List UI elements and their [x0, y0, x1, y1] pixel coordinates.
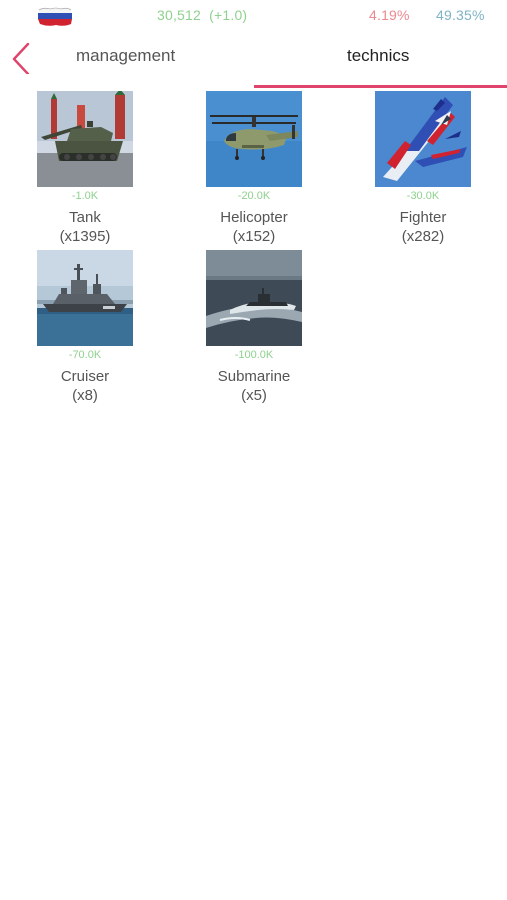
helicopter-image: [206, 91, 302, 187]
percent-stat-b: 49.35%: [436, 7, 485, 23]
item-name: Helicopter: [220, 209, 288, 226]
tab-bar: management technics: [0, 34, 507, 88]
list-item-submarine[interactable]: -100.0K Submarine (x5): [184, 250, 324, 405]
tab-technics[interactable]: technics: [347, 46, 409, 66]
money-value: 30,512: [157, 7, 202, 23]
item-count: (x5): [241, 387, 267, 404]
list-item-tank[interactable]: -1.0K Tank (x1395): [15, 91, 155, 246]
percent-stat-a: 4.19%: [369, 7, 410, 23]
item-name: Submarine: [217, 368, 291, 385]
item-name: Tank: [69, 209, 101, 226]
item-name: Fighter: [399, 209, 447, 226]
item-cost: -70.0K: [68, 349, 102, 361]
tank-image: [37, 91, 133, 187]
money-delta: (+1.0): [209, 7, 248, 23]
list-item-fighter[interactable]: -30.0K Fighter (x282): [353, 91, 493, 246]
list-item-cruiser[interactable]: -70.0K Cruiser (x8): [15, 250, 155, 405]
russia-flag-icon: [36, 6, 74, 28]
active-tab-indicator: [254, 85, 507, 88]
submarine-image: [206, 250, 302, 346]
item-cost: -20.0K: [237, 190, 271, 202]
back-button[interactable]: [6, 40, 38, 76]
item-name: Cruiser: [60, 368, 110, 385]
item-count: (x282): [401, 228, 445, 245]
list-item-helicopter[interactable]: -20.0K Helicopter (x152): [184, 91, 324, 246]
cruiser-ship-image: [37, 250, 133, 346]
item-cost: -30.0K: [406, 190, 440, 202]
money-stat: 30,512 (+1.0): [157, 7, 247, 23]
tab-management[interactable]: management: [76, 46, 175, 66]
fighter-jet-image: [375, 91, 471, 187]
item-count: (x152): [232, 228, 276, 245]
chevron-left-icon: [12, 42, 30, 76]
item-cost: -1.0K: [71, 190, 99, 202]
status-bar: 30,512 (+1.0) 4.19% 49.35%: [0, 0, 507, 32]
item-count: (x1395): [59, 228, 111, 245]
item-count: (x8): [72, 387, 98, 404]
item-cost: -100.0K: [234, 349, 274, 361]
